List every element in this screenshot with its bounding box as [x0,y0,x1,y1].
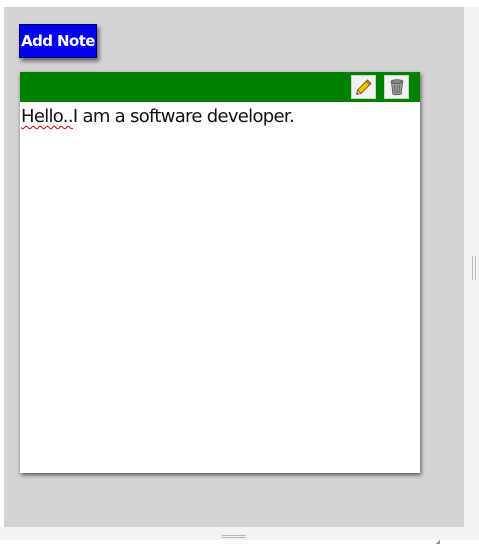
bottom-resize-handle[interactable] [222,535,246,538]
edit-note-button[interactable] [351,75,376,99]
panel-resize-handle[interactable] [472,256,476,280]
note-card: Hello..I am a software developer. [20,72,440,544]
window-bottom-edge [0,527,464,540]
pencil-icon [355,79,372,95]
misspelled-word: Hello.. [21,106,74,127]
delete-note-button[interactable] [384,75,409,99]
trash-icon [390,79,403,96]
note-text-content: I am a software developer. [72,106,295,127]
note-text-area[interactable]: Hello..I am a software developer. [20,102,418,471]
note-header [20,72,420,102]
textarea-resize-grip[interactable] [436,540,440,544]
add-note-button[interactable]: Add Note [19,24,97,58]
